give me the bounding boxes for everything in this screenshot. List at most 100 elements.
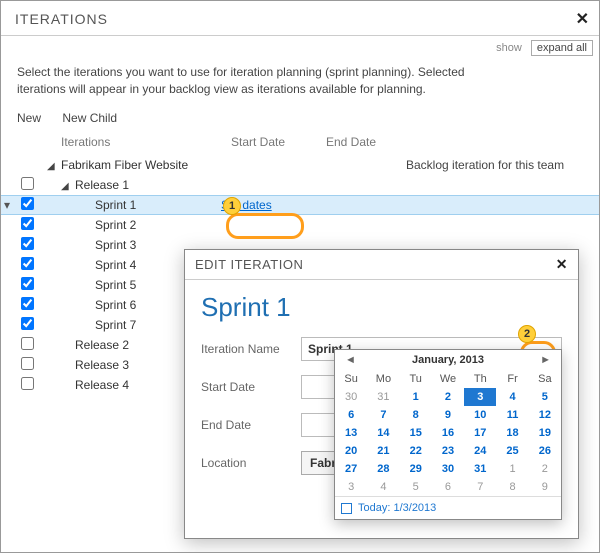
calendar-day[interactable]: 8 — [496, 478, 528, 496]
dialog-header: EDIT ITERATION ✕ — [185, 250, 578, 280]
calendar-day[interactable]: 31 — [367, 388, 399, 406]
calendar-title[interactable]: January, 2013 — [360, 354, 536, 366]
calendar-footer[interactable]: Today: 1/3/2013 — [335, 496, 561, 519]
row-label: Release 3 — [75, 358, 129, 372]
calendar-day[interactable]: 24 — [464, 442, 496, 460]
row-label: Release 4 — [75, 378, 129, 392]
dialog-title-bar: EDIT ITERATION — [195, 257, 303, 272]
row-label: Sprint 5 — [95, 278, 136, 292]
tree-row[interactable]: ◢ Release 1 — [1, 175, 599, 195]
toolbar: New New Child — [1, 109, 599, 135]
calendar-prev-icon[interactable]: ◄ — [341, 354, 360, 366]
calendar-dow: Tu — [400, 370, 432, 388]
calendar-day[interactable]: 30 — [432, 460, 464, 478]
calendar-day[interactable]: 23 — [432, 442, 464, 460]
calendar-next-icon[interactable]: ► — [536, 354, 555, 366]
calendar-day[interactable]: 9 — [529, 478, 561, 496]
tree-header: Iterations Start Date End Date — [1, 135, 599, 155]
calendar-day[interactable]: 25 — [496, 442, 528, 460]
row-label: Sprint 6 — [95, 298, 136, 312]
calendar-day[interactable]: 7 — [367, 406, 399, 424]
calendar-day[interactable]: 31 — [464, 460, 496, 478]
calendar-day[interactable]: 4 — [496, 388, 528, 406]
calendar-day[interactable]: 14 — [367, 424, 399, 442]
calendar-day[interactable]: 10 — [464, 406, 496, 424]
calendar-day[interactable]: 29 — [400, 460, 432, 478]
today-label: Today: 1/3/2013 — [358, 502, 436, 514]
row-checkbox[interactable] — [21, 317, 34, 330]
dialog-close-icon[interactable]: ✕ — [556, 256, 568, 273]
label-start-date: Start Date — [201, 380, 301, 394]
calendar-day[interactable]: 5 — [400, 478, 432, 496]
calendar-day[interactable]: 4 — [367, 478, 399, 496]
calendar-day[interactable]: 9 — [432, 406, 464, 424]
calendar-day[interactable]: 3 — [464, 388, 496, 406]
calendar-dow: We — [432, 370, 464, 388]
calendar-day[interactable]: 5 — [529, 388, 561, 406]
calendar-day[interactable]: 21 — [367, 442, 399, 460]
calendar-day[interactable]: 20 — [335, 442, 367, 460]
calendar-day[interactable]: 15 — [400, 424, 432, 442]
calendar-day[interactable]: 1 — [496, 460, 528, 478]
calendar-day[interactable]: 30 — [335, 388, 367, 406]
row-label: Release 2 — [75, 338, 129, 352]
callout-badge-1: 1 — [223, 197, 241, 215]
calendar-day[interactable]: 6 — [335, 406, 367, 424]
row-checkbox[interactable] — [21, 337, 34, 350]
new-button[interactable]: New — [17, 111, 41, 125]
label-end-date: End Date — [201, 418, 301, 432]
label-iteration-name: Iteration Name — [201, 342, 301, 356]
close-icon[interactable]: ✕ — [576, 9, 589, 29]
row-label: Sprint 7 — [95, 318, 136, 332]
row-checkbox[interactable] — [21, 237, 34, 250]
calendar-day[interactable]: 11 — [496, 406, 528, 424]
calendar-day[interactable]: 26 — [529, 442, 561, 460]
tree-row[interactable]: ▾Sprint 1Set dates — [1, 195, 599, 215]
calendar-day[interactable]: 19 — [529, 424, 561, 442]
show-link[interactable]: show — [496, 42, 522, 54]
row-checkbox[interactable] — [21, 257, 34, 270]
calendar-day[interactable]: 12 — [529, 406, 561, 424]
row-label: Sprint 2 — [95, 218, 136, 232]
calendar-header: ◄ January, 2013 ► — [335, 350, 561, 370]
col-iterations: Iterations — [51, 135, 231, 149]
calendar-day[interactable]: 18 — [496, 424, 528, 442]
callout-badge-2: 2 — [518, 325, 536, 343]
calendar-day[interactable]: 16 — [432, 424, 464, 442]
calendar-day[interactable]: 13 — [335, 424, 367, 442]
calendar-day[interactable]: 7 — [464, 478, 496, 496]
calendar-day[interactable]: 28 — [367, 460, 399, 478]
calendar-dow: Su — [335, 370, 367, 388]
panel-header: ITERATIONS ✕ — [1, 1, 599, 36]
calendar-day[interactable]: 22 — [400, 442, 432, 460]
expander-icon[interactable]: ◢ — [61, 181, 71, 192]
calendar-day[interactable]: 8 — [400, 406, 432, 424]
row-label: Sprint 3 — [95, 238, 136, 252]
today-indicator-icon — [341, 503, 352, 514]
row-checkbox[interactable] — [21, 357, 34, 370]
expander-icon[interactable]: ◢ — [47, 161, 57, 172]
row-label: Fabrikam Fiber Website — [61, 158, 188, 172]
row-checkbox[interactable] — [21, 197, 34, 210]
calendar-day[interactable]: 27 — [335, 460, 367, 478]
tree-row[interactable]: Sprint 2 — [1, 215, 599, 235]
row-checkbox[interactable] — [21, 177, 34, 190]
dialog-heading: Sprint 1 — [201, 292, 562, 323]
row-checkbox[interactable] — [21, 297, 34, 310]
expand-all-button[interactable]: expand all — [531, 40, 593, 56]
calendar-day[interactable]: 6 — [432, 478, 464, 496]
top-controls: show expand all — [1, 36, 599, 56]
calendar-day[interactable]: 17 — [464, 424, 496, 442]
calendar-dow: Th — [464, 370, 496, 388]
calendar-day[interactable]: 1 — [400, 388, 432, 406]
row-label: Release 1 — [75, 178, 129, 192]
calendar-day[interactable]: 3 — [335, 478, 367, 496]
row-checkbox[interactable] — [21, 217, 34, 230]
tree-row[interactable]: ◢Fabrikam Fiber WebsiteBacklog iteration… — [1, 155, 599, 175]
new-child-button[interactable]: New Child — [62, 111, 117, 125]
row-checkbox[interactable] — [21, 277, 34, 290]
calendar-day[interactable]: 2 — [529, 460, 561, 478]
row-checkbox[interactable] — [21, 377, 34, 390]
calendar-day[interactable]: 2 — [432, 388, 464, 406]
date-picker: ◄ January, 2013 ► SuMoTuWeThFrSa 3031123… — [334, 349, 562, 520]
